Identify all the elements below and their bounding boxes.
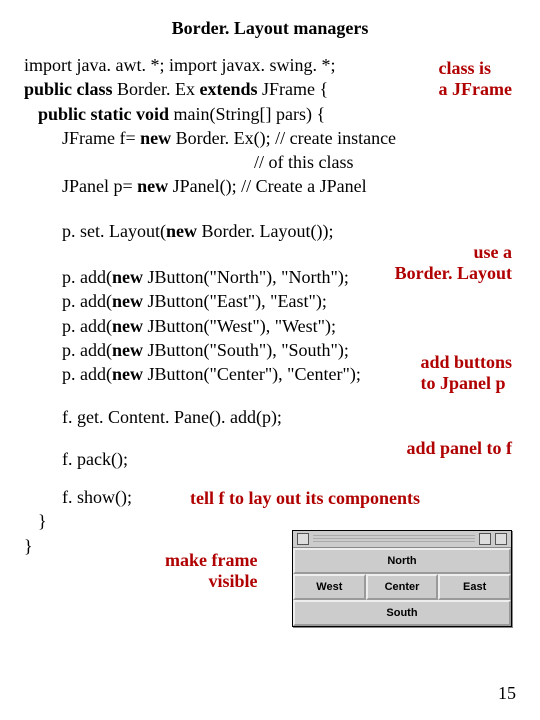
borderlayout-window: North West Center East South [292, 530, 512, 627]
window-titlebar [293, 531, 511, 548]
east-button[interactable]: East [438, 574, 511, 600]
annotation-class-is: class is a JFrame [439, 58, 512, 100]
page-number: 15 [498, 683, 516, 704]
south-button[interactable]: South [293, 600, 511, 626]
annotation-add-panel: add panel to f [406, 438, 512, 459]
titlebar-lines [313, 535, 475, 543]
west-button[interactable]: West [293, 574, 366, 600]
titlebar-button [495, 533, 507, 545]
page-title: Border. Layout managers [24, 18, 516, 39]
titlebar-button [297, 533, 309, 545]
code-block-4: f. get. Content. Pane(). add(p); [62, 405, 516, 429]
titlebar-button [479, 533, 491, 545]
north-button[interactable]: North [293, 548, 511, 574]
annotation-tell-f: tell f to lay out its components [190, 488, 420, 509]
center-button[interactable]: Center [366, 574, 439, 600]
annotation-add-buttons: add buttons to Jpanel p [420, 352, 512, 394]
annotation-make-frame: make frame visible [165, 550, 257, 592]
code-block-2: p. set. Layout(new Border. Layout()); [62, 219, 516, 243]
annotation-use-a: use a Border. Layout [395, 242, 512, 284]
